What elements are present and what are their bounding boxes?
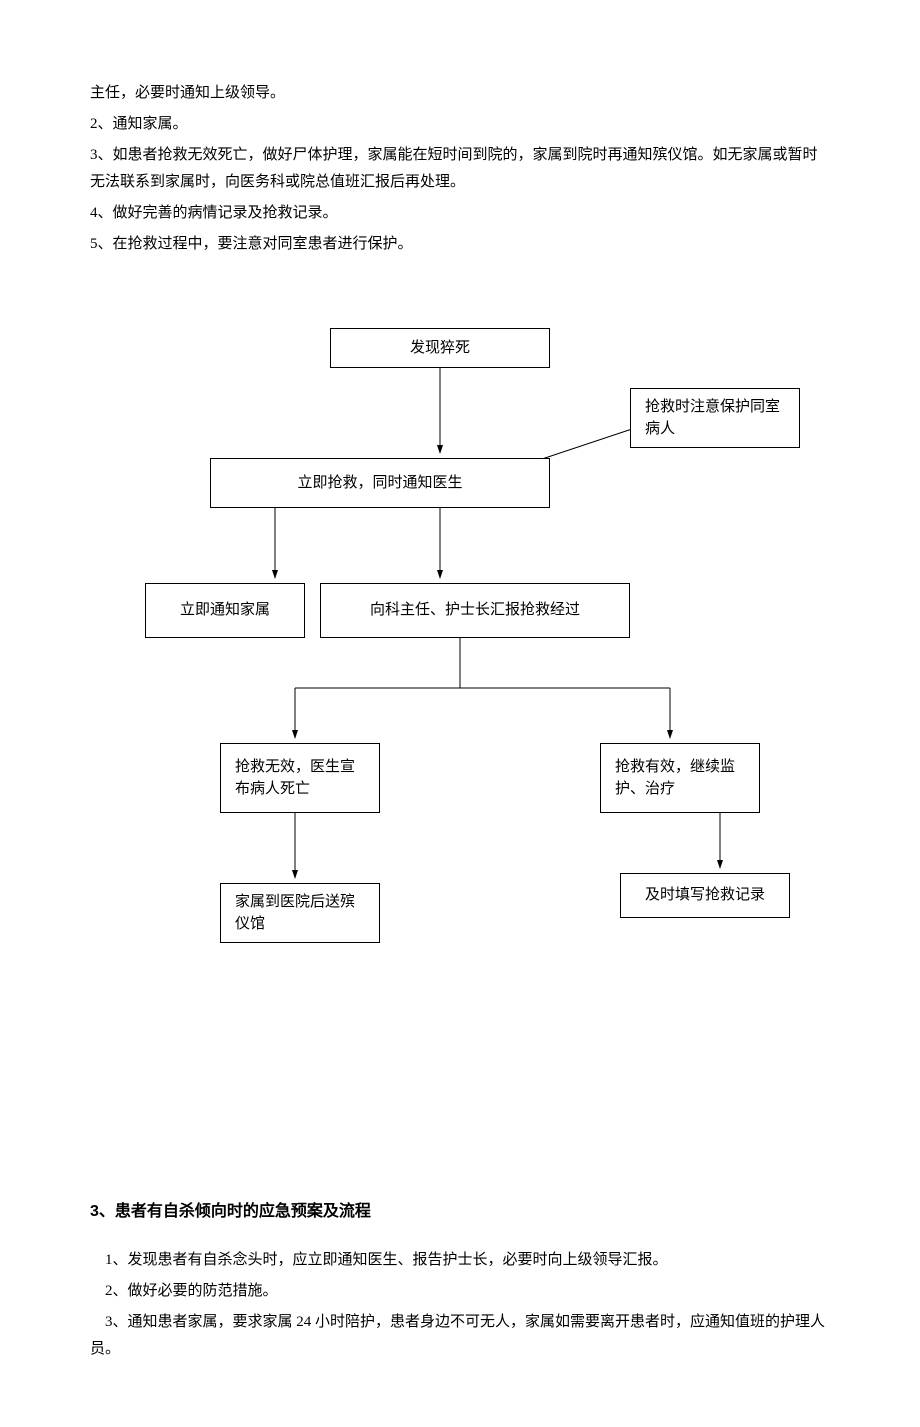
flow-node-label: 立即通知家属 (180, 599, 270, 622)
flowchart: 发现猝死 抢救时注意保护同室病人 立即抢救，同时通知医生 立即通知家属 向科主任… (90, 318, 830, 1018)
flow-node-label: 向科主任、护士长汇报抢救经过 (370, 599, 580, 622)
flow-node-protect: 抢救时注意保护同室病人 (630, 388, 800, 448)
flow-node-label: 抢救时注意保护同室病人 (645, 396, 785, 441)
flow-node-rescue: 立即抢救，同时通知医生 (210, 458, 550, 508)
section-title: 3、患者有自杀倾向时的应急预案及流程 (90, 1198, 830, 1227)
flow-node-report: 向科主任、护士长汇报抢救经过 (320, 583, 630, 638)
flow-node-death: 抢救无效，医生宣布病人死亡 (220, 743, 380, 813)
flow-node-label: 家属到医院后送殡仪馆 (235, 891, 365, 936)
body-paragraph-3: 3、通知患者家属，要求家属 24 小时陪护，患者身边不可无人，家属如需要离开患者… (90, 1309, 830, 1363)
flow-node-funeral: 家属到医院后送殡仪馆 (220, 883, 380, 943)
top-paragraph-2: 2、通知家属。 (90, 111, 830, 138)
flow-node-label: 抢救有效，继续监护、治疗 (615, 756, 745, 801)
top-paragraph-3: 3、如患者抢救无效死亡，做好尸体护理，家属能在短时间到院的，家属到院时再通知殡仪… (90, 142, 830, 196)
flow-node-effective: 抢救有效，继续监护、治疗 (600, 743, 760, 813)
body-paragraph-1: 1、发现患者有自杀念头时，应立即通知医生、报告护士长，必要时向上级领导汇报。 (90, 1247, 830, 1274)
flow-node-record: 及时填写抢救记录 (620, 873, 790, 918)
flow-node-discover: 发现猝死 (330, 328, 550, 368)
flow-node-notify-family: 立即通知家属 (145, 583, 305, 638)
flow-node-label: 抢救无效，医生宣布病人死亡 (235, 756, 365, 801)
body-text: 1、发现患者有自杀念头时，应立即通知医生、报告护士长，必要时向上级领导汇报。 2… (90, 1247, 830, 1363)
flow-node-label: 及时填写抢救记录 (645, 884, 765, 907)
top-paragraph-1: 主任，必要时通知上级领导。 (90, 80, 830, 107)
flow-node-label: 发现猝死 (410, 337, 470, 360)
top-paragraph-5: 5、在抢救过程中，要注意对同室患者进行保护。 (90, 231, 830, 258)
flow-node-label: 立即抢救，同时通知医生 (297, 472, 462, 495)
top-paragraph-4: 4、做好完善的病情记录及抢救记录。 (90, 200, 830, 227)
